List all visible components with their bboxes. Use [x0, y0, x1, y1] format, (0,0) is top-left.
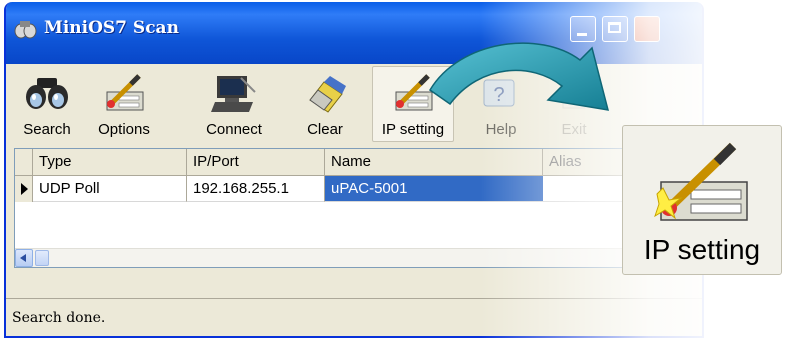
clear-button[interactable]: Clear: [292, 64, 358, 144]
binoculars-icon: [26, 78, 68, 109]
cell-type[interactable]: UDP Poll: [33, 176, 187, 202]
column-header-name[interactable]: Name: [325, 149, 543, 175]
cell-ip-port[interactable]: 192.168.255.1: [187, 176, 325, 202]
ip-setting-zoom-callout: IP setting: [622, 125, 782, 275]
eraser-icon: [309, 76, 346, 113]
callout-arrow-icon: [428, 42, 610, 111]
chevron-left-icon: [20, 254, 26, 262]
computer-icon: [211, 76, 256, 112]
connect-label: Connect: [206, 121, 262, 138]
window-title: MiniOS7 Scan: [44, 18, 179, 38]
options-label: Options: [98, 121, 150, 138]
cell-name[interactable]: uPAC-5001: [325, 176, 543, 202]
row-header-corner: [15, 149, 33, 175]
options-button[interactable]: Options: [84, 64, 164, 144]
current-row-arrow-icon: [21, 183, 28, 195]
app-icon: [14, 21, 37, 39]
table-row[interactable]: UDP Poll 192.168.255.1 uPAC-5001: [15, 176, 699, 202]
status-text: Search done.: [12, 310, 106, 326]
status-bar: Search done.: [6, 298, 702, 336]
ip-setting-zoom-icon: [654, 142, 748, 221]
horizontal-scrollbar[interactable]: [15, 248, 699, 267]
column-header-ip-port[interactable]: IP/Port: [187, 149, 325, 175]
scrollbar-thumb[interactable]: [35, 250, 49, 266]
device-list-grid[interactable]: Type IP/Port Name Alias UDP Poll 192.168…: [14, 148, 700, 268]
ip-setting-zoom-label: IP setting: [643, 234, 761, 265]
search-label: Search: [23, 121, 71, 138]
column-header-type[interactable]: Type: [33, 149, 187, 175]
grid-header: Type IP/Port Name Alias: [15, 149, 699, 176]
connect-button[interactable]: Connect: [192, 64, 276, 144]
row-indicator: [15, 176, 33, 202]
search-button[interactable]: Search: [12, 64, 82, 144]
scroll-left-button[interactable]: [15, 249, 33, 267]
options-icon: [106, 74, 144, 111]
clear-label: Clear: [307, 121, 343, 138]
